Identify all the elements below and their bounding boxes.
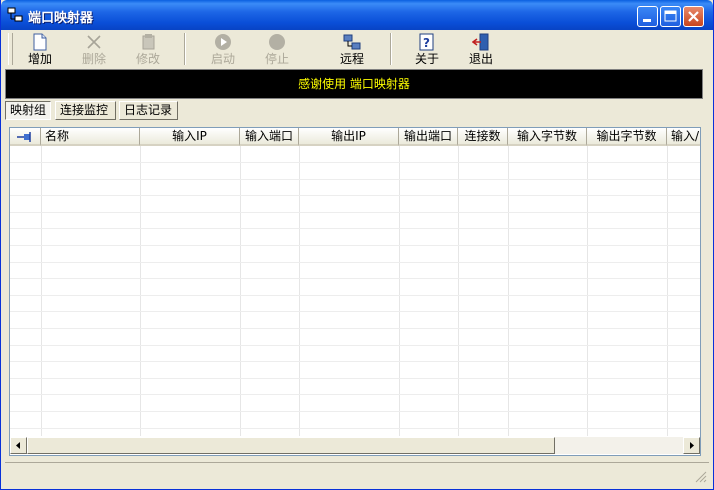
exit-door-icon xyxy=(472,33,489,51)
horizontal-scrollbar[interactable] xyxy=(10,437,700,454)
column-header-name[interactable]: 名称 xyxy=(41,128,140,146)
edit-label: 修改 xyxy=(135,52,160,66)
grid-row-line xyxy=(10,162,700,163)
grid-row-line xyxy=(10,378,700,379)
column-header-connections[interactable]: 连接数 xyxy=(458,128,508,146)
mapping-list[interactable]: 名称 输入IP 输入端口 输出IP 输出端口 连接数 输入字节数 输出字节数 输… xyxy=(9,127,701,456)
banner-text: 感谢使用 端口映射器 xyxy=(298,77,410,91)
column-header-output-bytes[interactable]: 输出字节数 xyxy=(587,128,667,146)
status-bar xyxy=(5,462,709,485)
grid-row-line xyxy=(10,328,700,329)
column-header-input-port[interactable]: 输入端口 xyxy=(240,128,299,146)
grid-row-line xyxy=(10,278,700,279)
grid-row-line xyxy=(10,179,700,180)
app-window: 端口映射器 增加 删除 修改 启动 停止 远程 ? 关于 退出 感谢使用 端口映… xyxy=(0,0,714,490)
help-icon: ? xyxy=(419,33,434,51)
grid-column-line xyxy=(587,146,588,436)
remote-button[interactable]: 远程 xyxy=(327,32,377,66)
grid-column-line xyxy=(240,146,241,436)
exit-button[interactable]: 退出 xyxy=(456,32,506,66)
maximize-icon xyxy=(664,10,677,22)
arrow-right-icon xyxy=(690,442,694,449)
exit-label: 退出 xyxy=(468,52,493,66)
toolbar-grip[interactable] xyxy=(8,33,13,65)
grid-row-line xyxy=(10,228,700,229)
toolbar-separator xyxy=(184,33,186,65)
grid-column-line xyxy=(299,146,300,436)
minimize-button[interactable] xyxy=(637,6,658,27)
grid-column-line xyxy=(140,146,141,436)
play-icon xyxy=(215,34,231,50)
minimize-icon xyxy=(643,19,651,22)
stop-label: 停止 xyxy=(264,52,289,66)
grid-row-line xyxy=(10,411,700,412)
column-header-input-ip[interactable]: 输入IP xyxy=(140,128,240,146)
about-label: 关于 xyxy=(414,52,439,66)
toolbar: 增加 删除 修改 启动 停止 远程 ? 关于 退出 xyxy=(5,31,709,67)
column-header-output-port[interactable]: 输出端口 xyxy=(399,128,458,146)
grid-row-line xyxy=(10,345,700,346)
grid-row-line xyxy=(10,195,700,196)
grid-row-line xyxy=(10,394,700,395)
grid-row-line xyxy=(10,245,700,246)
remote-label: 远程 xyxy=(339,52,364,66)
arrow-left-icon xyxy=(16,442,20,449)
grid-row-line xyxy=(10,295,700,296)
start-button[interactable]: 启动 xyxy=(198,32,248,66)
grid-column-line xyxy=(399,146,400,436)
tab-log[interactable]: 日志记录 xyxy=(119,101,178,120)
grid-row-line xyxy=(10,428,700,429)
delete-x-icon xyxy=(87,35,101,49)
new-document-icon xyxy=(33,33,47,51)
close-icon xyxy=(688,11,699,22)
delete-button[interactable]: 删除 xyxy=(69,32,119,66)
grid-row-line xyxy=(10,212,700,213)
grid-column-line xyxy=(667,146,668,436)
edit-document-icon xyxy=(142,34,155,50)
title-bar[interactable]: 端口映射器 xyxy=(1,0,713,30)
add-label: 增加 xyxy=(27,52,52,66)
grid-row-line xyxy=(10,361,700,362)
scroll-thumb[interactable] xyxy=(27,437,555,454)
column-header-pin[interactable] xyxy=(10,128,41,146)
window-title: 端口映射器 xyxy=(28,11,94,26)
grid-row-line xyxy=(10,311,700,312)
resize-grip-icon[interactable] xyxy=(693,469,707,483)
column-header-input-bytes[interactable]: 输入字节数 xyxy=(508,128,587,146)
tab-strip: 映射组 连接监控 日志记录 xyxy=(5,101,705,121)
remote-network-icon xyxy=(343,34,361,50)
add-button[interactable]: 增加 xyxy=(15,32,65,66)
grid-column-line xyxy=(41,146,42,436)
column-header-input-rate[interactable]: 输入/ xyxy=(667,128,700,146)
column-header-output-ip[interactable]: 输出IP xyxy=(299,128,399,146)
app-network-icon xyxy=(7,7,23,22)
maximize-button[interactable] xyxy=(660,6,681,27)
tab-mapping-group[interactable]: 映射组 xyxy=(5,101,51,120)
start-label: 启动 xyxy=(210,52,235,66)
close-button[interactable] xyxy=(683,6,704,27)
scroll-left-button[interactable] xyxy=(10,437,27,454)
welcome-banner: 感谢使用 端口映射器 xyxy=(5,69,703,99)
svg-text:?: ? xyxy=(423,36,430,50)
list-header: 名称 输入IP 输入端口 输出IP 输出端口 连接数 输入字节数 输出字节数 输… xyxy=(10,128,700,146)
stop-button[interactable]: 停止 xyxy=(252,32,302,66)
scroll-right-button[interactable] xyxy=(683,437,700,454)
edit-button[interactable]: 修改 xyxy=(123,32,173,66)
tab-connection-monitor[interactable]: 连接监控 xyxy=(55,101,116,120)
pin-icon xyxy=(17,132,31,142)
about-button[interactable]: ? 关于 xyxy=(402,32,452,66)
stop-icon xyxy=(269,34,285,50)
grid-column-line xyxy=(458,146,459,436)
grid-row-line xyxy=(10,262,700,263)
delete-label: 删除 xyxy=(81,52,106,66)
grid-column-line xyxy=(508,146,509,436)
toolbar-separator xyxy=(390,33,392,65)
